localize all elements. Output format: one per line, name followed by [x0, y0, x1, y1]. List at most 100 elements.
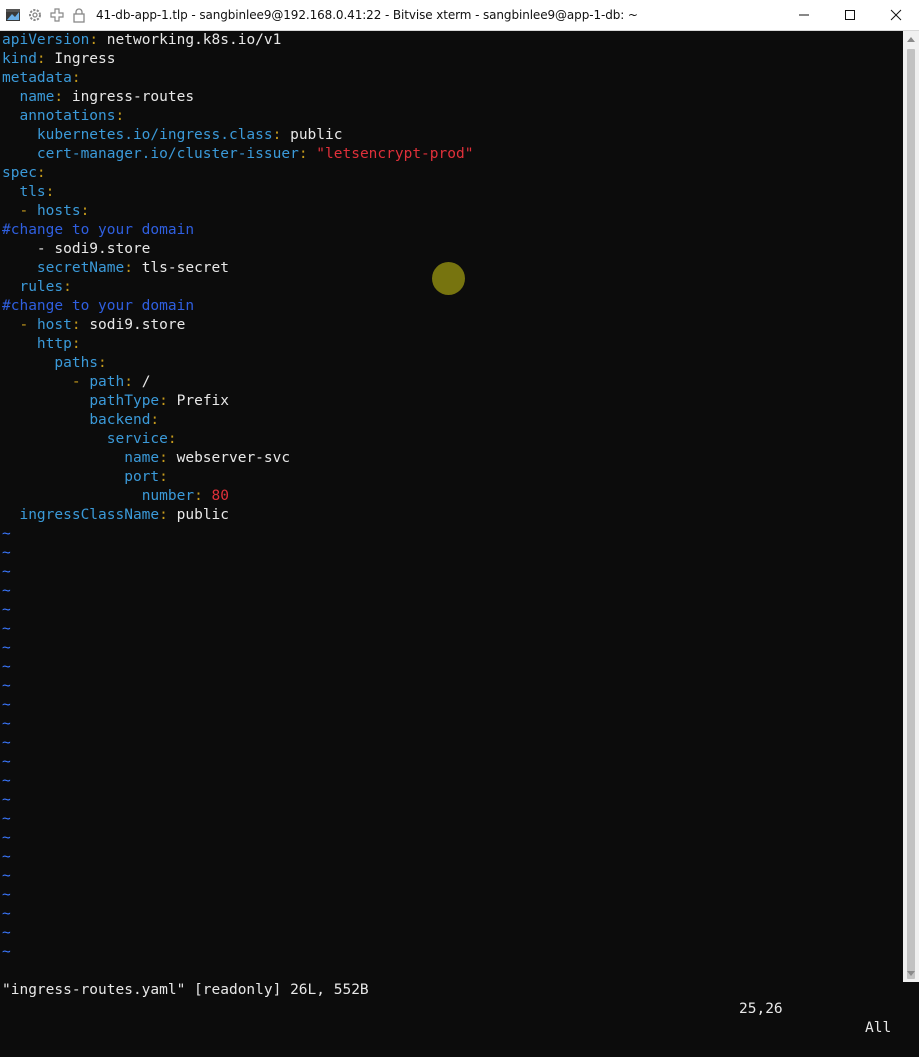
editor-line: service: — [2, 430, 177, 449]
code-token: #change to your domain — [2, 222, 195, 238]
editor-line: http: — [2, 335, 81, 354]
code-token: ingressClassName — [19, 507, 160, 523]
empty-line-tilde: ~ — [2, 621, 11, 637]
code-token: pathType — [89, 393, 160, 409]
status-cursor-position: 25,26 — [739, 1001, 783, 1017]
code-token: : — [71, 70, 81, 86]
vim-status-line: "ingress-routes.yaml" [readonly] 26L, 55… — [0, 962, 903, 1036]
bitvise-app-icon[interactable] — [4, 6, 22, 24]
editor-line: number: 80 — [2, 487, 229, 506]
empty-line-tilde: ~ — [2, 925, 11, 941]
code-token: backend — [89, 412, 151, 428]
scroll-down-arrow-icon[interactable] — [907, 969, 915, 977]
code-token: paths — [54, 355, 99, 371]
editor-line: pathType: Prefix — [2, 392, 229, 411]
empty-line-tilde: ~ — [2, 754, 11, 770]
settings-gear-icon[interactable] — [26, 6, 44, 24]
empty-line-tilde: ~ — [2, 944, 11, 960]
title-bar[interactable]: 41-db-app-1.tlp - sangbinlee9@192.168.0.… — [0, 0, 919, 31]
code-token: : — [272, 127, 291, 143]
mouse-pointer-highlight — [432, 262, 465, 295]
lock-icon[interactable] — [70, 6, 88, 24]
empty-line-tilde: ~ — [2, 526, 11, 542]
code-token: http — [36, 336, 72, 352]
scroll-up-arrow-icon[interactable] — [907, 36, 915, 44]
editor-line: paths: — [2, 354, 106, 373]
code-token: : — [36, 165, 46, 181]
code-token: : — [71, 336, 81, 352]
code-token: number — [141, 488, 195, 504]
code-token: name — [124, 450, 160, 466]
vertical-scrollbar[interactable] — [903, 31, 919, 982]
empty-line-tilde: ~ — [2, 773, 11, 789]
empty-line-tilde: ~ — [2, 830, 11, 846]
code-token: hosts — [36, 203, 81, 219]
code-token: path — [89, 374, 125, 390]
code-token: : — [298, 146, 317, 162]
code-token: : — [115, 108, 125, 124]
empty-line-tilde: ~ — [2, 659, 11, 675]
code-token: : — [63, 279, 72, 295]
empty-line-tilde: ~ — [2, 735, 11, 751]
code-token: webserver-svc — [176, 450, 291, 466]
code-token: tls — [19, 184, 46, 200]
code-token: : — [80, 203, 90, 219]
scrollbar-thumb[interactable] — [907, 49, 915, 979]
close-button[interactable] — [873, 0, 919, 31]
editor-line: - path: / — [2, 373, 151, 392]
code-token: kind — [2, 51, 37, 67]
empty-line-tilde: ~ — [2, 678, 11, 694]
status-file-info: "ingress-routes.yaml" [readonly] 26L, 55… — [2, 982, 369, 998]
code-token: / — [141, 374, 151, 390]
maximize-button[interactable] — [827, 0, 873, 31]
editor-line: name: webserver-svc — [2, 449, 290, 468]
code-token: kubernetes.io/ingress.class — [36, 127, 273, 143]
code-token: apiVersion — [2, 32, 90, 48]
empty-line-tilde: ~ — [2, 697, 11, 713]
code-token: spec — [2, 165, 37, 181]
editor-line: port: — [2, 468, 168, 487]
code-token: ingress-routes — [71, 89, 195, 105]
code-token: : — [71, 317, 90, 333]
code-token: : — [194, 488, 212, 504]
code-token: rules — [19, 279, 64, 295]
window-title: 41-db-app-1.tlp - sangbinlee9@192.168.0.… — [96, 8, 638, 22]
editor-line: cert-manager.io/cluster-issuer: "letsenc… — [2, 145, 474, 164]
editor-line: metadata: — [2, 69, 81, 88]
code-token: : — [159, 393, 177, 409]
vim-editor-area[interactable]: apiVersion: networking.k8s.io/v1 kind: In… — [0, 31, 903, 982]
code-token: secretName — [36, 260, 125, 276]
new-terminal-plus-icon[interactable] — [48, 6, 66, 24]
code-token: : — [150, 412, 160, 428]
editor-line: apiVersion: networking.k8s.io/v1 — [2, 31, 281, 50]
empty-line-tilde: ~ — [2, 640, 11, 656]
code-token: public — [176, 507, 230, 523]
code-token: networking.k8s.io/v1 — [106, 32, 282, 48]
code-token: host — [36, 317, 72, 333]
editor-line: kind: Ingress — [2, 50, 116, 69]
minimize-button[interactable] — [781, 0, 827, 31]
code-token: cert-manager.io/cluster-issuer — [36, 146, 299, 162]
editor-line: secretName: tls-secret — [2, 259, 229, 278]
code-token: service — [106, 431, 168, 447]
empty-line-tilde: ~ — [2, 792, 11, 808]
empty-line-tilde: ~ — [2, 545, 11, 561]
code-token: : — [54, 89, 72, 105]
code-token: #change to your domain — [2, 298, 195, 314]
code-token: : — [36, 51, 55, 67]
code-token: Ingress — [54, 51, 116, 67]
editor-line: spec: — [2, 164, 46, 183]
empty-line-tilde: ~ — [2, 868, 11, 884]
